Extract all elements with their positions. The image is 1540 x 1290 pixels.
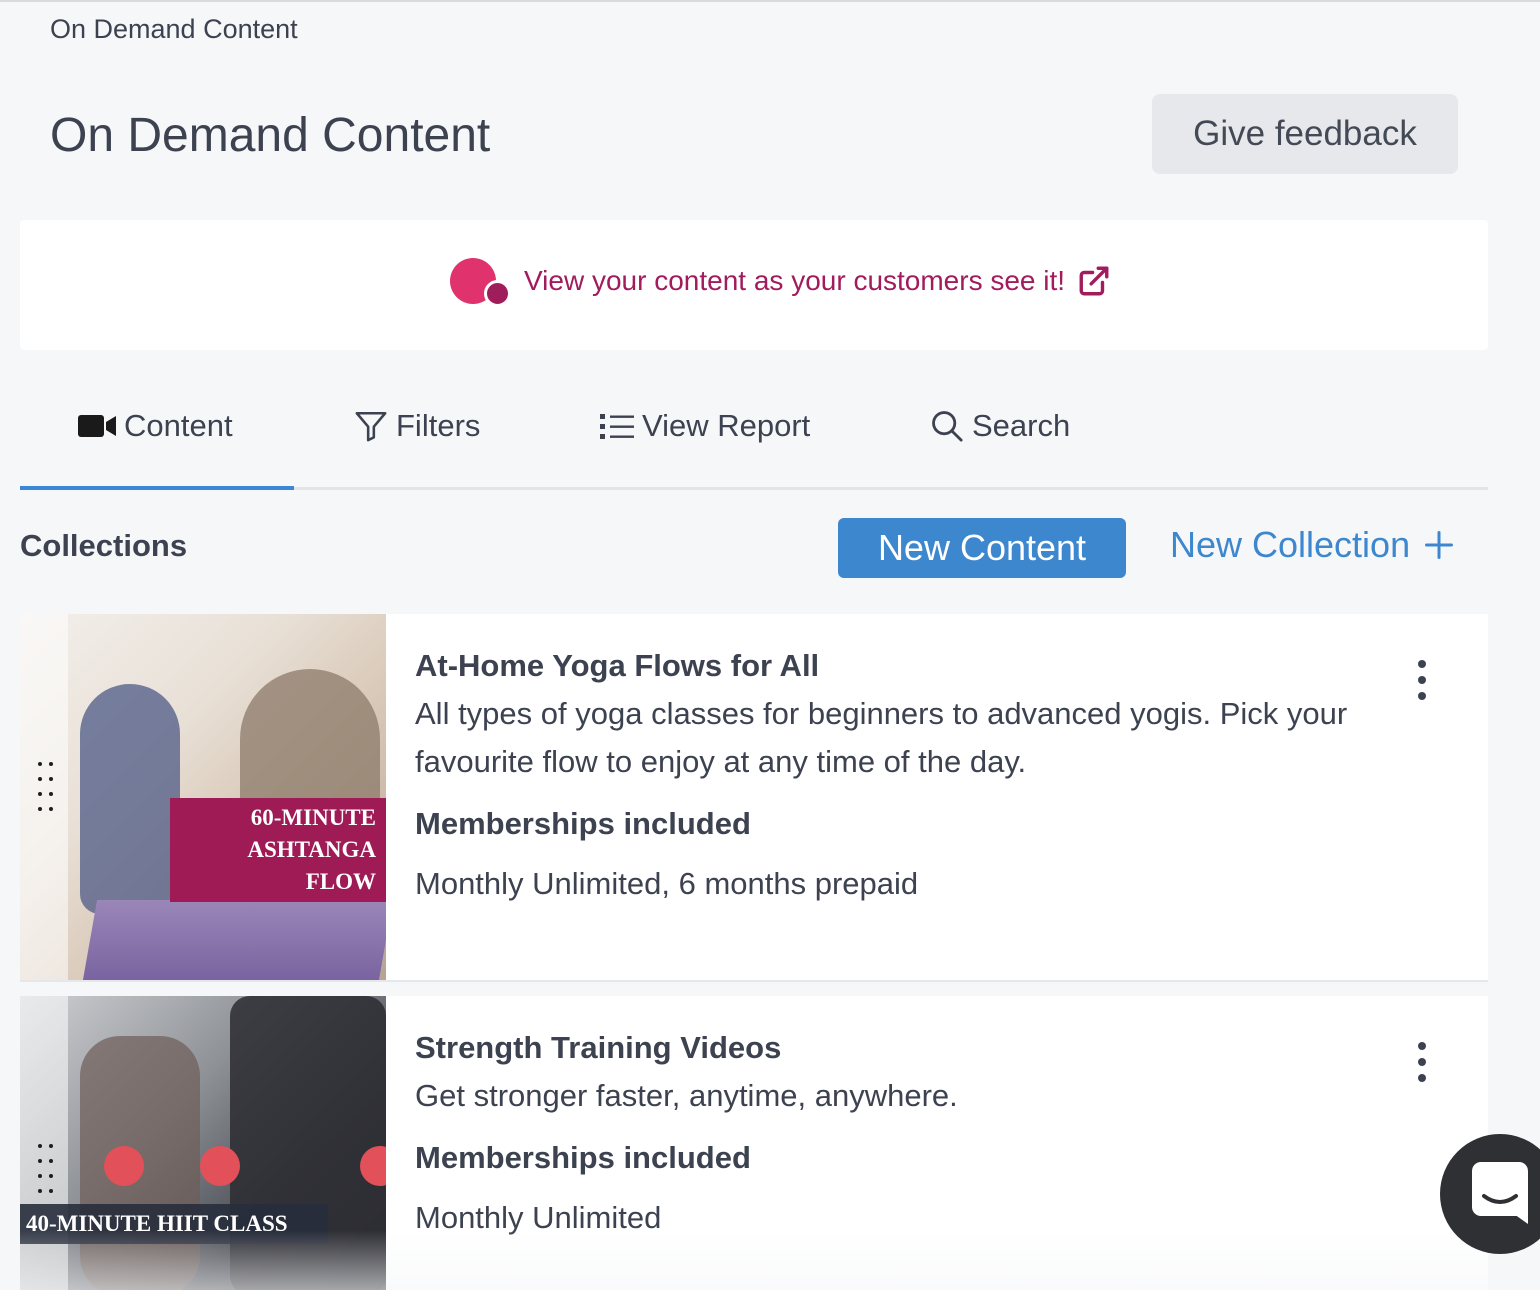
- collections-heading: Collections: [20, 528, 188, 563]
- collection-description: Get stronger faster, anytime, anywhere.: [415, 1078, 958, 1113]
- new-collection-label: New Collection: [1170, 524, 1411, 565]
- memberships-list: Monthly Unlimited, 6 months prepaid: [415, 866, 919, 901]
- collection-title[interactable]: At-Home Yoga Flows for All: [415, 648, 1405, 684]
- collection-card[interactable]: 60-MINUTE ASHTANGA FLOW At-Home Yoga Flo…: [20, 614, 1488, 982]
- search-icon: [932, 411, 963, 442]
- tab-bar: Content Filters View Report Search: [20, 386, 1488, 490]
- brand-bubbles-icon: [430, 256, 511, 307]
- tab-view-report[interactable]: View Report: [600, 408, 810, 444]
- collection-thumbnail: 60-MINUTE ASHTANGA FLOW: [20, 614, 386, 980]
- collection-thumbnail: 40-MINUTE HIIT CLASS: [20, 996, 386, 1290]
- more-options-icon[interactable]: [1414, 660, 1430, 700]
- thumbnail-label: 40-MINUTE HIIT CLASS: [20, 1204, 328, 1244]
- memberships-heading: Memberships included: [415, 806, 751, 841]
- tab-view-report-label: View Report: [642, 408, 811, 443]
- hiit-man-image: [230, 996, 386, 1290]
- list-icon: [600, 414, 634, 439]
- thumbnail-label: 60-MINUTE ASHTANGA FLOW: [170, 798, 386, 902]
- new-collection-button[interactable]: New Collection: [1170, 524, 1454, 566]
- collection-card-body: Strength Training Videos Get stronger fa…: [415, 996, 1405, 1236]
- tab-search-label: Search: [972, 408, 1071, 443]
- yoga-woman-image: [80, 684, 180, 914]
- collection-card-body: At-Home Yoga Flows for All All types of …: [415, 614, 1405, 902]
- tab-content[interactable]: Content: [78, 408, 233, 444]
- breadcrumb[interactable]: On Demand Content: [50, 14, 298, 45]
- drag-handle-icon[interactable]: [38, 762, 56, 818]
- tab-search[interactable]: Search: [930, 408, 1070, 444]
- collection-description: All types of yoga classes for beginners …: [415, 696, 1348, 779]
- memberships-heading: Memberships included: [415, 1140, 751, 1175]
- view-as-customer-link[interactable]: View your content as your customers see …: [430, 256, 1111, 307]
- plus-icon: [1425, 531, 1454, 559]
- collection-card[interactable]: 40-MINUTE HIIT CLASS Strength Training V…: [20, 996, 1488, 1290]
- video-camera-icon: [78, 415, 116, 437]
- drag-handle-icon[interactable]: [38, 1144, 56, 1200]
- tab-filters[interactable]: Filters: [354, 408, 480, 444]
- more-options-icon[interactable]: [1414, 1042, 1430, 1082]
- view-as-customer-text: View your content as your customers see …: [524, 265, 1066, 296]
- preview-banner: View your content as your customers see …: [20, 220, 1488, 350]
- active-tab-indicator: [20, 486, 294, 490]
- memberships-list: Monthly Unlimited: [415, 1200, 662, 1235]
- external-link-icon: [1079, 266, 1109, 296]
- filter-icon: [355, 411, 387, 442]
- collection-title[interactable]: Strength Training Videos: [415, 1030, 1405, 1066]
- dumbbell-image: [104, 1146, 144, 1186]
- tab-content-label: Content: [124, 408, 233, 443]
- give-feedback-button[interactable]: Give feedback: [1152, 94, 1458, 174]
- new-content-button[interactable]: New Content: [838, 518, 1126, 578]
- tab-filters-label: Filters: [396, 408, 481, 443]
- dumbbell-image: [200, 1146, 240, 1186]
- yoga-mat-image: [82, 900, 386, 980]
- page-title: On Demand Content: [50, 109, 491, 162]
- chat-icon: [1472, 1162, 1528, 1224]
